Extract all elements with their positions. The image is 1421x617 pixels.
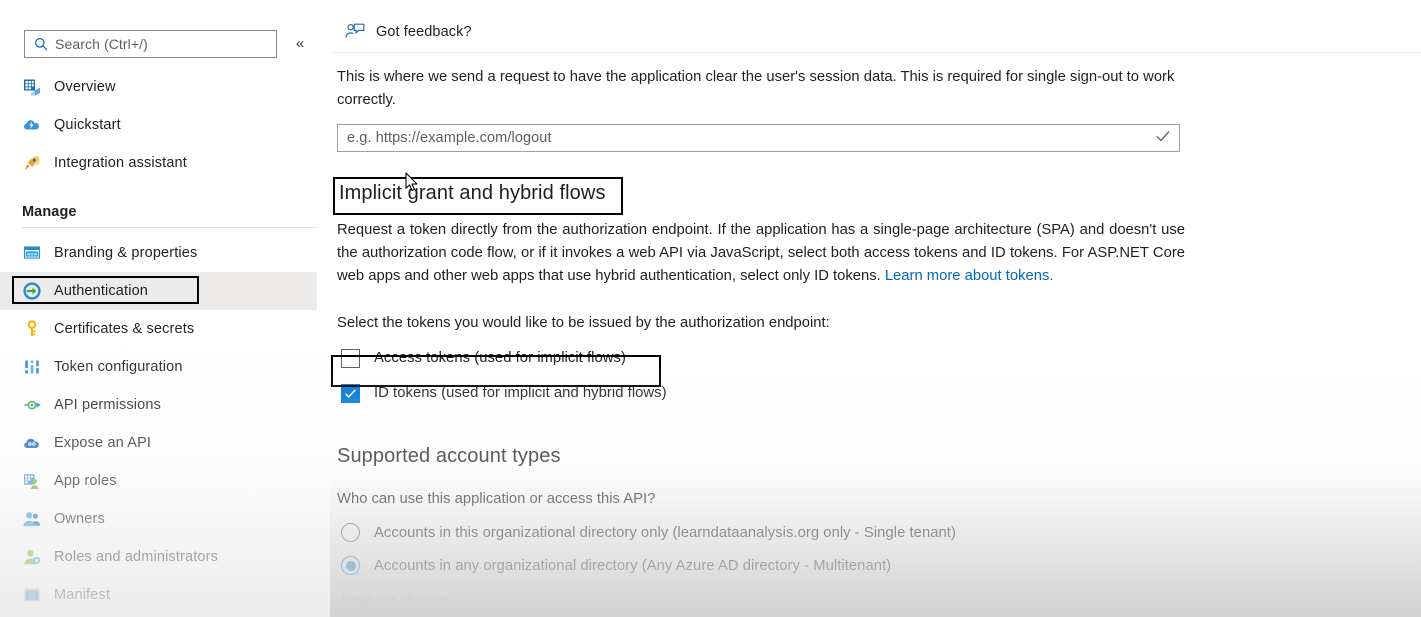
sidebar-group-divider: [22, 227, 317, 228]
account-type-multitenant-row[interactable]: Accounts in any organizational directory…: [337, 553, 1407, 578]
sidebar-item-quickstart[interactable]: Quickstart: [0, 106, 330, 144]
front-channel-logout-url-input[interactable]: e.g. https://example.com/logout: [337, 124, 1180, 152]
sidebar-search-row: Search (Ctrl+/) «: [0, 0, 330, 59]
branding-window-icon: www: [22, 243, 42, 263]
sidebar-item-label: Branding & properties: [54, 245, 198, 261]
account-type-single-tenant-radio[interactable]: [341, 523, 360, 542]
access-tokens-label: Access tokens (used for implicit flows): [374, 350, 626, 366]
supported-account-types-prompt: Who can use this application or access t…: [337, 491, 656, 507]
sidebar-item-label: Owners: [54, 511, 105, 527]
supported-account-types-heading: Supported account types: [337, 445, 561, 467]
sidebar-item-label: API permissions: [54, 397, 162, 413]
svg-text:{}: {}: [28, 592, 36, 600]
got-feedback-row[interactable]: Got feedback?: [330, 0, 1421, 44]
authentication-panel: This is where we send a request to have …: [330, 66, 1421, 608]
search-input[interactable]: Search (Ctrl+/): [24, 29, 277, 58]
overview-grid-icon: [22, 77, 42, 97]
sidebar-item-label: Manifest: [54, 587, 110, 603]
help-me-choose-link[interactable]: Help me choose...: [337, 592, 1407, 608]
search-icon: [34, 37, 48, 51]
sidebar-item-label: Quickstart: [54, 117, 121, 133]
account-type-single-tenant-label: Accounts in this organizational director…: [374, 524, 956, 541]
access-tokens-checkbox-row[interactable]: Access tokens (used for implicit flows): [337, 345, 1407, 371]
rocket-icon: [22, 153, 42, 173]
sidebar-item-authentication[interactable]: Authentication: [0, 272, 317, 310]
search-placeholder: Search (Ctrl+/): [55, 35, 148, 52]
sidebar-group-title: Manage: [22, 204, 77, 220]
sidebar: Search (Ctrl+/) « Overview Quickstart In…: [0, 0, 330, 617]
sidebar-item-label: Certificates & secrets: [54, 321, 195, 337]
checkmark-icon: [1155, 129, 1171, 148]
sidebar-item-label: Authentication: [54, 283, 148, 299]
svg-text:www: www: [27, 252, 38, 257]
key-icon: [22, 319, 42, 339]
sidebar-group-manage: Manage: [0, 182, 317, 228]
roles-admin-icon: [22, 547, 42, 567]
sidebar-item-label: Roles and administrators: [54, 549, 218, 565]
sidebar-item-certificates-secrets[interactable]: Certificates & secrets: [0, 310, 330, 348]
sidebar-item-label: Overview: [54, 79, 116, 95]
learn-more-about-tokens-link[interactable]: Learn more about tokens.: [885, 268, 1054, 284]
front-channel-logout-url-placeholder: e.g. https://example.com/logout: [347, 130, 552, 146]
header-divider: [330, 52, 1421, 53]
got-feedback-label: Got feedback?: [376, 24, 472, 40]
implicit-grant-description-text: Request a token directly from the author…: [337, 222, 1185, 284]
implicit-grant-heading: Implicit grant and hybrid flows: [339, 182, 606, 204]
manifest-braces-icon: {}: [22, 585, 42, 605]
app-roles-icon: [22, 471, 42, 491]
token-sliders-icon: [22, 357, 42, 377]
access-tokens-checkbox[interactable]: [341, 348, 360, 368]
token-select-prompt: Select the tokens you would like to be i…: [337, 315, 830, 331]
sidebar-item-owners[interactable]: Owners: [0, 500, 330, 538]
sidebar-item-integration-assistant[interactable]: Integration assistant: [0, 144, 330, 182]
app-root: Search (Ctrl+/) « Overview Quickstart In…: [0, 0, 1421, 617]
main-content: Got feedback? This is where we send a re…: [330, 0, 1421, 617]
sidebar-item-branding-properties[interactable]: www Branding & properties: [0, 234, 330, 272]
id-tokens-checkbox-row[interactable]: ID tokens (used for implicit and hybrid …: [337, 380, 1407, 406]
sidebar-item-overview[interactable]: Overview: [0, 68, 330, 106]
sidebar-manage-nav: www Branding & properties Authentication: [0, 234, 330, 614]
id-tokens-checkbox[interactable]: [341, 383, 360, 403]
sidebar-item-label: Integration assistant: [54, 155, 187, 171]
sidebar-item-api-permissions[interactable]: API permissions: [0, 386, 330, 424]
sidebar-top-nav: Overview Quickstart Integration assistan…: [0, 68, 330, 182]
expose-api-cloud-icon: [22, 433, 42, 453]
account-type-multitenant-label: Accounts in any organizational directory…: [374, 557, 892, 574]
account-type-multitenant-radio[interactable]: [341, 556, 360, 575]
sidebar-item-label: Expose an API: [54, 435, 152, 451]
sidebar-item-expose-an-api[interactable]: Expose an API: [0, 424, 330, 462]
sidebar-item-label: Token configuration: [54, 359, 183, 375]
api-permissions-icon: [22, 395, 42, 415]
feedback-person-icon: [344, 21, 366, 43]
sidebar-item-token-configuration[interactable]: Token configuration: [0, 348, 330, 386]
account-type-single-tenant-row[interactable]: Accounts in this organizational director…: [337, 520, 1407, 545]
sidebar-item-manifest[interactable]: {} Manifest: [0, 576, 330, 614]
quickstart-cloud-icon: [22, 115, 42, 135]
owners-people-icon: [22, 509, 42, 529]
sidebar-item-label: App roles: [54, 473, 117, 489]
front-channel-logout-description: This is where we send a request to have …: [337, 69, 1175, 108]
collapse-sidebar-button[interactable]: «: [289, 33, 311, 55]
sidebar-item-roles-and-administrators[interactable]: Roles and administrators: [0, 538, 330, 576]
authentication-arrow-icon: [22, 281, 42, 301]
id-tokens-label: ID tokens (used for implicit and hybrid …: [374, 385, 667, 401]
implicit-grant-description: Request a token directly from the author…: [337, 219, 1185, 288]
sidebar-item-app-roles[interactable]: App roles: [0, 462, 330, 500]
